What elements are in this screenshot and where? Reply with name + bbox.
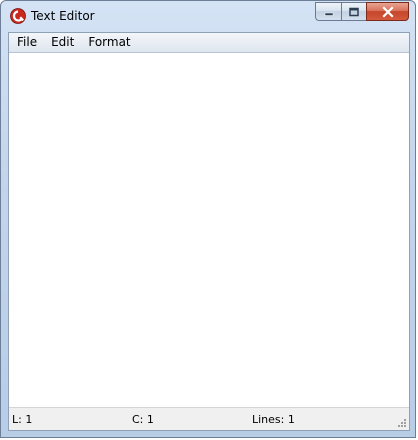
menu-format[interactable]: Format: [81, 33, 137, 52]
client-area: File Edit Format L: 1 C: 1 Lines: 1: [8, 32, 410, 431]
resize-grip-icon[interactable]: [397, 418, 407, 428]
maximize-button[interactable]: [341, 2, 366, 21]
app-icon[interactable]: [10, 8, 26, 24]
minimize-button[interactable]: [315, 2, 341, 21]
status-bar: L: 1 C: 1 Lines: 1: [9, 407, 409, 430]
status-line-number: L: 1: [12, 413, 33, 426]
maximize-icon: [349, 7, 359, 16]
menu-file[interactable]: File: [9, 33, 44, 52]
menu-bar: File Edit Format: [9, 33, 409, 53]
close-icon: [381, 5, 394, 18]
status-column-number: C: 1: [132, 413, 154, 426]
close-button[interactable]: [366, 2, 409, 21]
minimize-icon: [324, 12, 333, 16]
text-editor-window: Text Editor File Edit Format L: 1 C: 1 L…: [0, 0, 416, 438]
editor-text-area[interactable]: [9, 53, 409, 408]
caption-buttons: [315, 2, 409, 21]
window-title: Text Editor: [31, 9, 95, 23]
status-line-count: Lines: 1: [252, 413, 295, 426]
title-bar[interactable]: Text Editor: [1, 1, 415, 31]
menu-edit[interactable]: Edit: [44, 33, 81, 52]
